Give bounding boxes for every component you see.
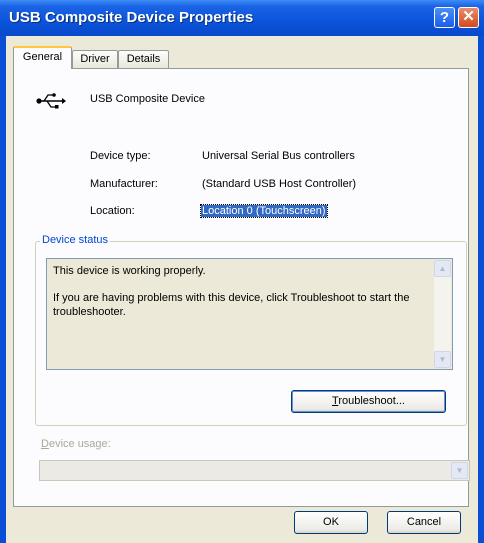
title-bar[interactable]: USB Composite Device Properties ? ✕ xyxy=(0,0,484,36)
close-icon: ✕ xyxy=(462,8,475,25)
properties-window: USB Composite Device Properties ? ✕ Gene… xyxy=(0,0,484,543)
close-button[interactable]: ✕ xyxy=(458,7,479,28)
status-help-text: If you are having problems with this dev… xyxy=(53,292,410,318)
tab-general[interactable]: General xyxy=(13,46,72,69)
status-scrollbar[interactable]: ▲ ▼ xyxy=(434,260,451,368)
tab-details[interactable]: Details xyxy=(118,50,169,68)
device-usage-label: Device usage: xyxy=(41,438,111,450)
cancel-button[interactable]: Cancel xyxy=(387,511,461,534)
help-button[interactable]: ? xyxy=(434,7,455,28)
location-label: Location: xyxy=(90,205,135,217)
device-type-label: Device type: xyxy=(90,150,151,162)
status-message: This device is working properly. xyxy=(53,265,206,277)
usb-icon xyxy=(36,93,66,109)
troubleshoot-button[interactable]: Troubleshoot... xyxy=(291,390,446,413)
manufacturer-label: Manufacturer: xyxy=(90,178,158,190)
chevron-down-icon[interactable]: ▼ xyxy=(451,462,468,479)
device-status-textbox[interactable]: This device is working properly. If you … xyxy=(46,258,453,370)
dialog-body: General Driver Details USB Composite Dev… xyxy=(6,36,478,543)
location-value[interactable]: Location 0 (Touchscreen) xyxy=(200,204,328,218)
device-name: USB Composite Device xyxy=(90,93,205,105)
scroll-down-icon[interactable]: ▼ xyxy=(434,351,451,368)
device-usage-select[interactable]: ▼ xyxy=(39,460,470,481)
device-type-value: Universal Serial Bus controllers xyxy=(202,150,355,162)
ok-button[interactable]: OK xyxy=(294,511,368,534)
scroll-up-icon[interactable]: ▲ xyxy=(434,260,451,277)
manufacturer-value: (Standard USB Host Controller) xyxy=(202,178,357,190)
device-status-legend: Device status xyxy=(40,234,111,246)
tab-driver[interactable]: Driver xyxy=(72,50,118,68)
help-icon: ? xyxy=(439,9,450,26)
window-title: USB Composite Device Properties xyxy=(9,9,254,26)
